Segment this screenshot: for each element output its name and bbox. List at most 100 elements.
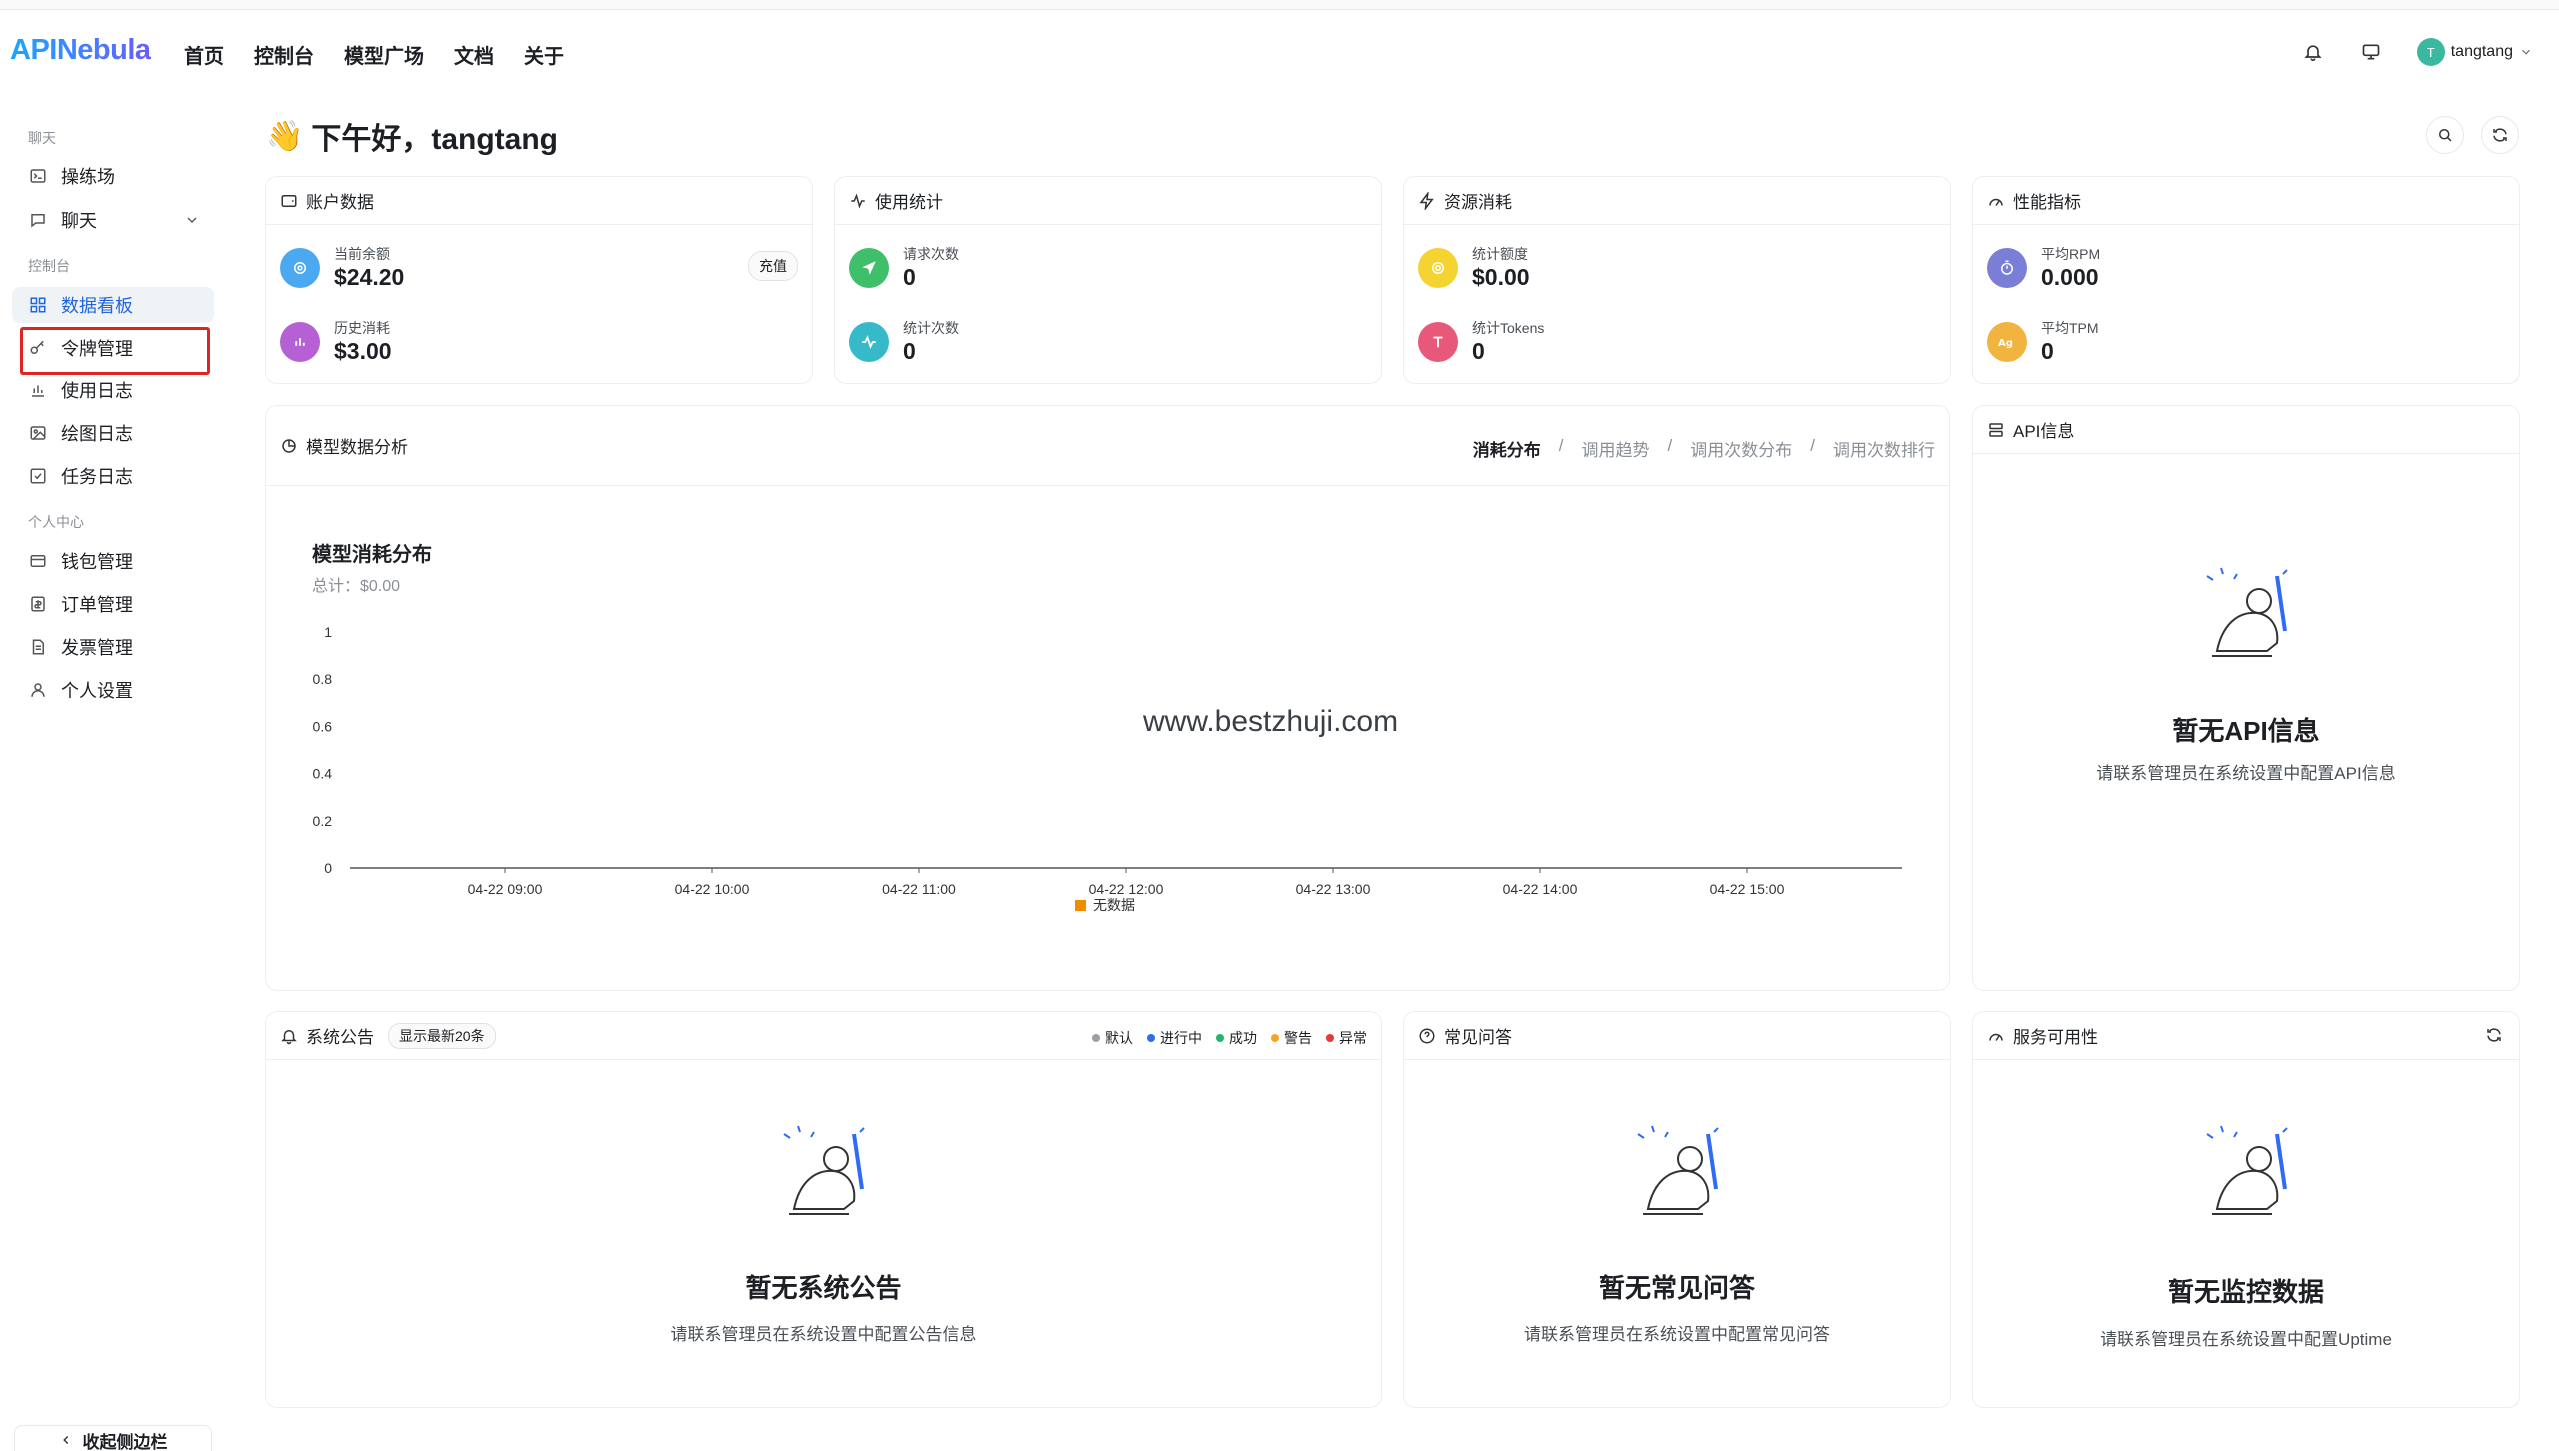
legend-label: 无数据	[1093, 897, 1135, 913]
tpm-stat: Ag 平均TPM 0	[1987, 319, 2099, 365]
empty-state-illustration-icon	[2206, 1125, 2288, 1215]
empty-desc: 请联系管理员在系统设置中配置Uptime	[2100, 1330, 2392, 1349]
card-header: 常见问答	[1404, 1012, 1950, 1060]
user-icon	[31, 683, 45, 697]
lightning-icon	[1419, 191, 1434, 210]
svg-text:Ag: Ag	[1998, 338, 2013, 349]
x-tick-label: 04-22 13:00	[1296, 881, 1371, 897]
empty-title: 暂无API信息	[2172, 716, 2320, 746]
nav-right: T tangtang	[2295, 34, 2539, 70]
wallet-icon	[30, 555, 46, 567]
card-header: API信息	[1973, 406, 2519, 454]
tab-separator: /	[1667, 436, 1673, 455]
card-header: 资源消耗	[1404, 177, 1950, 225]
sidebar-item-wallet[interactable]: 钱包管理	[12, 543, 214, 579]
card-header: 性能指标	[1973, 177, 2519, 225]
search-icon	[2439, 129, 2452, 142]
card-header: 服务可用性	[1973, 1012, 2519, 1060]
sidebar-item-invoices[interactable]: 发票管理	[12, 629, 214, 665]
empty-state-illustration-icon	[1637, 1125, 1719, 1215]
stopwatch-icon	[1987, 248, 2027, 288]
faq-card: 常见问答 暂无常见问答 请联系管理员在系统设置中配置常见问答	[1403, 1011, 1951, 1408]
tab-trend[interactable]: 调用趋势	[1582, 436, 1650, 461]
empty-title: 暂无常见问答	[1598, 1273, 1755, 1303]
watermark-text: www.bestzhuji.com	[1143, 705, 1399, 738]
sidebar-item-usage-log[interactable]: 使用日志	[12, 372, 214, 408]
performance-card: 性能指标 平均RPM 0.000 Ag 平均TPM 0	[1972, 176, 2520, 384]
nav-console[interactable]: 控制台	[254, 40, 314, 69]
terminal-icon	[30, 169, 46, 183]
sidebar-item-playground[interactable]: 操练场	[12, 158, 214, 194]
uptime-card: 服务可用性 暂无监控数据 请联系管理员在系统设置中配置Uptime	[1972, 1011, 2520, 1408]
nav-home[interactable]: 首页	[184, 40, 224, 69]
text-t-icon	[1418, 322, 1458, 362]
sidebar-item-chat[interactable]: 聊天	[12, 202, 214, 238]
history-stat: 历史消耗 $3.00	[280, 319, 392, 365]
bell-icon[interactable]	[2295, 34, 2331, 70]
sidebar-item-label: 数据看板	[61, 296, 133, 316]
legend-default: 默认	[1092, 1028, 1133, 1048]
card-title: API信息	[2013, 422, 2075, 441]
legend-swatch	[1075, 900, 1086, 911]
requests-value: 0	[903, 264, 916, 290]
sidebar-item-orders[interactable]: 订单管理	[12, 586, 214, 622]
tokens-value: 0	[1472, 338, 1485, 364]
refresh-button[interactable]	[2481, 116, 2519, 154]
pulse-icon	[849, 322, 889, 362]
gauge-icon	[1989, 198, 2003, 206]
invoice-icon	[32, 639, 44, 655]
rpm-value: 0.000	[2041, 264, 2099, 290]
monitor-icon[interactable]	[2353, 34, 2389, 70]
y-tick-label: 0.6	[313, 718, 333, 734]
server-icon	[1989, 422, 2003, 437]
tab-call-ranking[interactable]: 调用次数排行	[1833, 436, 1935, 461]
sidebar-item-label: 钱包管理	[61, 552, 133, 572]
sidebar-item-label: 聊天	[61, 211, 97, 231]
y-tick-label: 0	[324, 860, 332, 876]
card-header: 使用统计	[835, 177, 1381, 225]
x-tick-label: 04-22 14:00	[1503, 881, 1578, 897]
x-tick-label: 04-22 15:00	[1710, 881, 1785, 897]
sidebar-item-dashboard[interactable]: 数据看板	[12, 287, 214, 323]
tab-separator: /	[1810, 436, 1815, 455]
activity-icon	[851, 193, 865, 208]
legend-in-progress: 进行中	[1147, 1028, 1202, 1048]
consumption-chart: 1 0.8 0.6 0.4 0.2 0 04-22 09:00 04-22 10:00 04-2…	[313, 624, 1902, 913]
sidebar-item-task-log[interactable]: 任务日志	[12, 458, 214, 494]
collapse-sidebar-button[interactable]: 收起侧边栏	[14, 1425, 212, 1451]
nav-docs[interactable]: 文档	[454, 40, 494, 69]
account-card: 账户数据 当前余额 $24.20 充值 历史消耗 $3.00	[265, 176, 813, 384]
pie-chart-icon	[282, 438, 296, 453]
card-title: 服务可用性	[2013, 1028, 2098, 1047]
latest-badge: 显示最新20条	[388, 1022, 496, 1049]
wallet-icon	[281, 194, 297, 207]
app-logo[interactable]: APINebula	[10, 34, 151, 67]
sidebar-group-chat: 聊天	[28, 130, 56, 146]
rpm-label: 平均RPM	[2041, 246, 2101, 262]
search-button[interactable]	[2426, 116, 2464, 154]
tab-call-distribution[interactable]: 调用次数分布	[1690, 436, 1792, 461]
check-square-icon	[30, 468, 46, 484]
analysis-tabs: 消耗分布 / 调用趋势 / 调用次数分布 / 调用次数排行	[1473, 436, 1935, 461]
tokens-label: 统计Tokens	[1472, 320, 1545, 336]
gauge-icon	[1989, 1033, 2003, 1041]
browser-top-strip	[0, 0, 2559, 10]
sidebar-group-personal: 个人中心	[28, 514, 84, 530]
sidebar-item-drawing-log[interactable]: 绘图日志	[12, 415, 214, 451]
refresh-icon[interactable]	[2485, 1026, 2503, 1049]
bar-chart-icon	[32, 385, 44, 397]
requests-label: 请求次数	[903, 246, 959, 262]
nav-models[interactable]: 模型广场	[344, 40, 424, 69]
nav-about[interactable]: 关于	[524, 40, 564, 69]
avatar: T	[2416, 38, 2445, 66]
requests-stat: 请求次数 0	[849, 245, 959, 291]
sidebar-item-profile[interactable]: 个人设置	[12, 672, 214, 708]
quota-value: $0.00	[1472, 264, 1530, 290]
recharge-button[interactable]: 充值	[748, 251, 798, 281]
quota-stat: 统计额度 $0.00	[1418, 245, 1530, 291]
user-menu[interactable]: T tangtang	[2411, 34, 2539, 70]
history-value: $3.00	[334, 338, 392, 364]
card-title: 使用统计	[875, 193, 943, 212]
rpm-stat: 平均RPM 0.000	[1987, 245, 2100, 291]
tab-consumption[interactable]: 消耗分布	[1473, 436, 1541, 461]
